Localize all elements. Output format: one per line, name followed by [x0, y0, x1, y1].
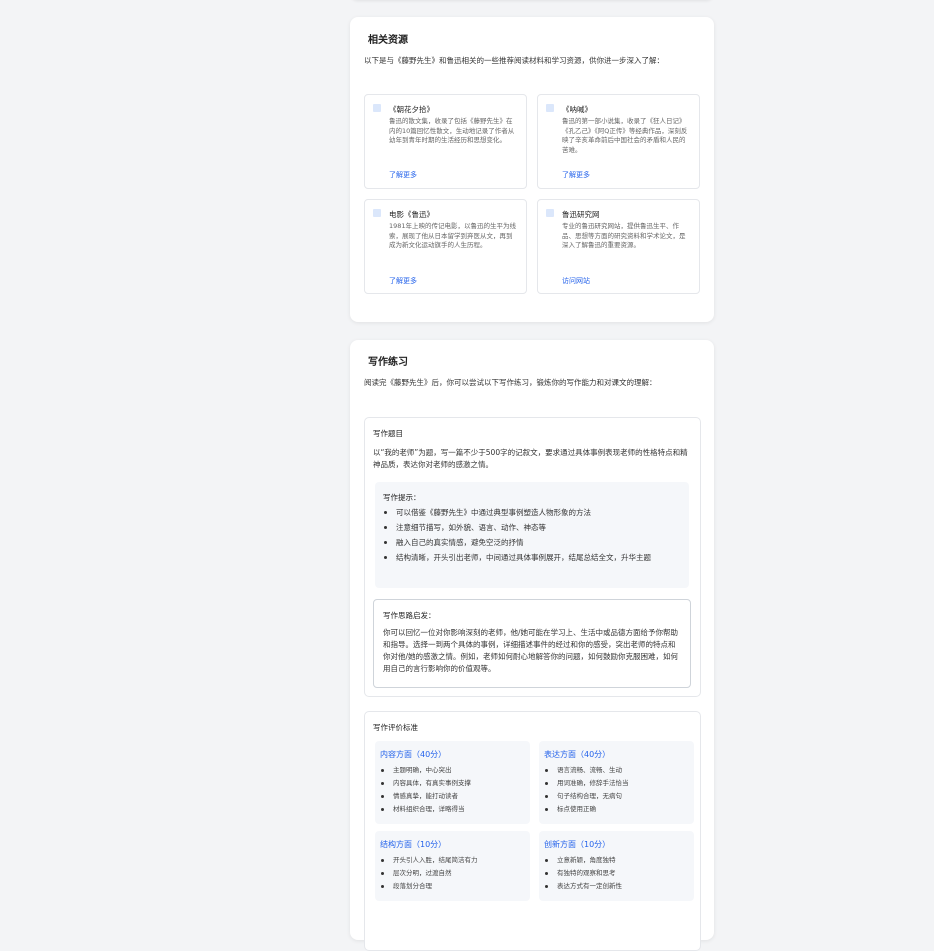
tip-item: 可以借鉴《藤野先生》中通过典型事例塑造人物形象的方法 — [383, 507, 679, 518]
resource-card-website: 鲁迅研究网 专业的鲁迅研究网站，提供鲁迅生平、作品、思想等方面的研究资料和学术论… — [537, 199, 700, 294]
criteria-label: 写作评价标准 — [373, 723, 418, 732]
criteria-title: 创新方面（10分） — [544, 840, 611, 849]
criteria-item: 句子结构合理，无病句 — [544, 791, 692, 801]
criteria-title: 表达方面（40分） — [544, 750, 611, 759]
writing-title: 写作练习 — [368, 357, 408, 368]
idea-label: 写作思路启发： — [383, 611, 436, 620]
globe-icon — [546, 209, 554, 217]
resource-link[interactable]: 了解更多 — [562, 170, 590, 180]
criteria-item: 立意新颖，角度独特 — [544, 855, 692, 865]
criteria-item: 段落划分合理 — [380, 881, 528, 891]
film-icon — [373, 209, 381, 217]
criteria-structure: 结构方面（10分） 开头引人入胜，结尾简洁有力 层次分明，过渡自然 段落划分合理 — [375, 831, 530, 901]
criteria-title: 结构方面（10分） — [380, 840, 447, 849]
book-icon — [373, 104, 381, 112]
criteria-item: 有独特的观察和思考 — [544, 868, 692, 878]
evaluation-criteria-box: 写作评价标准 内容方面（40分） 主题明确，中心突出 内容具体，有真实事例支撑 … — [364, 711, 701, 951]
resource-link[interactable]: 访问网站 — [562, 276, 590, 286]
resource-title: 《朝花夕拾》 — [389, 105, 434, 114]
criteria-item: 材料组织合理，详略得当 — [380, 804, 528, 814]
criteria-item: 开头引人入胜，结尾简洁有力 — [380, 855, 528, 865]
criteria-list: 开头引人入胜，结尾简洁有力 层次分明，过渡自然 段落划分合理 — [380, 855, 528, 894]
resource-card-zhaohua: 《朝花夕拾》 鲁迅的散文集，收录了包括《藤野先生》在内的10篇回忆性散文，生动地… — [364, 94, 527, 189]
tips-label: 写作提示： — [383, 493, 421, 502]
tip-item: 注意细节描写，如外貌、语言、动作、神态等 — [383, 522, 679, 533]
criteria-title: 内容方面（40分） — [380, 750, 447, 759]
resource-desc: 1981年上映的传记电影，以鲁迅的生平为线索，展现了他从日本留学到弃医从文，再到… — [389, 222, 517, 249]
resource-desc: 鲁迅的第一部小说集，收录了《狂人日记》《孔乙己》《阿Q正传》等经典作品，深刻反映… — [562, 117, 688, 154]
tip-item: 融入自己的真实情感，避免空泛的抒情 — [383, 537, 679, 548]
idea-text: 你可以回忆一位对你影响深刻的老师，他/她可能在学习上、生活中或品德方面给予你帮助… — [383, 628, 679, 673]
criteria-item: 表达方式有一定创新性 — [544, 881, 692, 891]
tips-list: 可以借鉴《藤野先生》中通过典型事例塑造人物形象的方法 注意细节描写，如外貌、语言… — [383, 507, 679, 567]
writing-topic-box: 写作题目 以“我的老师”为题，写一篇不少于500字的记叙文，要求通过具体事例表现… — [364, 417, 701, 697]
criteria-list: 立意新颖，角度独特 有独特的观察和思考 表达方式有一定创新性 — [544, 855, 692, 894]
writing-practice-card: 写作练习 阅读完《藤野先生》后，你可以尝试以下写作练习，锻炼你的写作能力和对课文… — [350, 340, 714, 951]
resource-desc: 专业的鲁迅研究网站，提供鲁迅生平、作品、思想等方面的研究资料和学术论文，是深入了… — [562, 222, 686, 249]
criteria-item: 内容具体，有真实事例支撑 — [380, 778, 528, 788]
topic-text: 以“我的老师”为题，写一篇不少于500字的记叙文，要求通过具体事例表现老师的性格… — [373, 448, 688, 469]
book-icon — [546, 104, 554, 112]
resource-card-movie: 电影《鲁迅》 1981年上映的传记电影，以鲁迅的生平为线索，展现了他从日本留学到… — [364, 199, 527, 294]
tip-item: 结构清晰，开头引出老师，中间通过具体事例展开，结尾总结全文，升华主题 — [383, 552, 679, 563]
criteria-item: 标点使用正确 — [544, 804, 692, 814]
writing-tips: 写作提示： 可以借鉴《藤野先生》中通过典型事例塑造人物形象的方法 注意细节描写，… — [375, 482, 689, 588]
resource-card-nahan: 《呐喊》 鲁迅的第一部小说集，收录了《狂人日记》《孔乙己》《阿Q正传》等经典作品… — [537, 94, 700, 189]
criteria-innovation: 创新方面（10分） 立意新颖，角度独特 有独特的观察和思考 表达方式有一定创新性 — [539, 831, 694, 901]
criteria-list: 主题明确，中心突出 内容具体，有真实事例支撑 情感真挚，能打动读者 材料组织合理… — [380, 765, 528, 817]
resource-title: 鲁迅研究网 — [562, 210, 600, 219]
resource-desc: 鲁迅的散文集，收录了包括《藤野先生》在内的10篇回忆性散文，生动地记录了作者从幼… — [389, 117, 515, 144]
resource-title: 电影《鲁迅》 — [389, 210, 434, 219]
criteria-list: 语言流畅、流畅、生动 用词准确，修辞手法恰当 句子结构合理，无病句 标点使用正确 — [544, 765, 692, 817]
resource-link[interactable]: 了解更多 — [389, 170, 417, 180]
resource-title: 《呐喊》 — [562, 105, 592, 114]
topic-label: 写作题目 — [373, 429, 403, 438]
related-resources-card: 相关资源 以下是与《藤野先生》和鲁迅相关的一些推荐阅读材料和学习资源，供你进一步… — [350, 17, 714, 322]
criteria-item: 主题明确，中心突出 — [380, 765, 528, 775]
resources-title: 相关资源 — [368, 35, 408, 46]
writing-ideas: 写作思路启发： 你可以回忆一位对你影响深刻的老师，他/她可能在学习上、生活中或品… — [373, 599, 691, 688]
criteria-item: 用词准确，修辞手法恰当 — [544, 778, 692, 788]
criteria-content: 内容方面（40分） 主题明确，中心突出 内容具体，有真实事例支撑 情感真挚，能打… — [375, 741, 530, 824]
resources-intro: 以下是与《藤野先生》和鲁迅相关的一些推荐阅读材料和学习资源，供你进一步深入了解： — [364, 56, 664, 65]
criteria-expression: 表达方面（40分） 语言流畅、流畅、生动 用词准确，修辞手法恰当 句子结构合理，… — [539, 741, 694, 824]
writing-intro: 阅读完《藤野先生》后，你可以尝试以下写作练习，锻炼你的写作能力和对课文的理解： — [364, 378, 657, 387]
criteria-item: 语言流畅、流畅、生动 — [544, 765, 692, 775]
criteria-item: 情感真挚，能打动读者 — [380, 791, 528, 801]
resource-link[interactable]: 了解更多 — [389, 276, 417, 286]
criteria-item: 层次分明，过渡自然 — [380, 868, 528, 878]
